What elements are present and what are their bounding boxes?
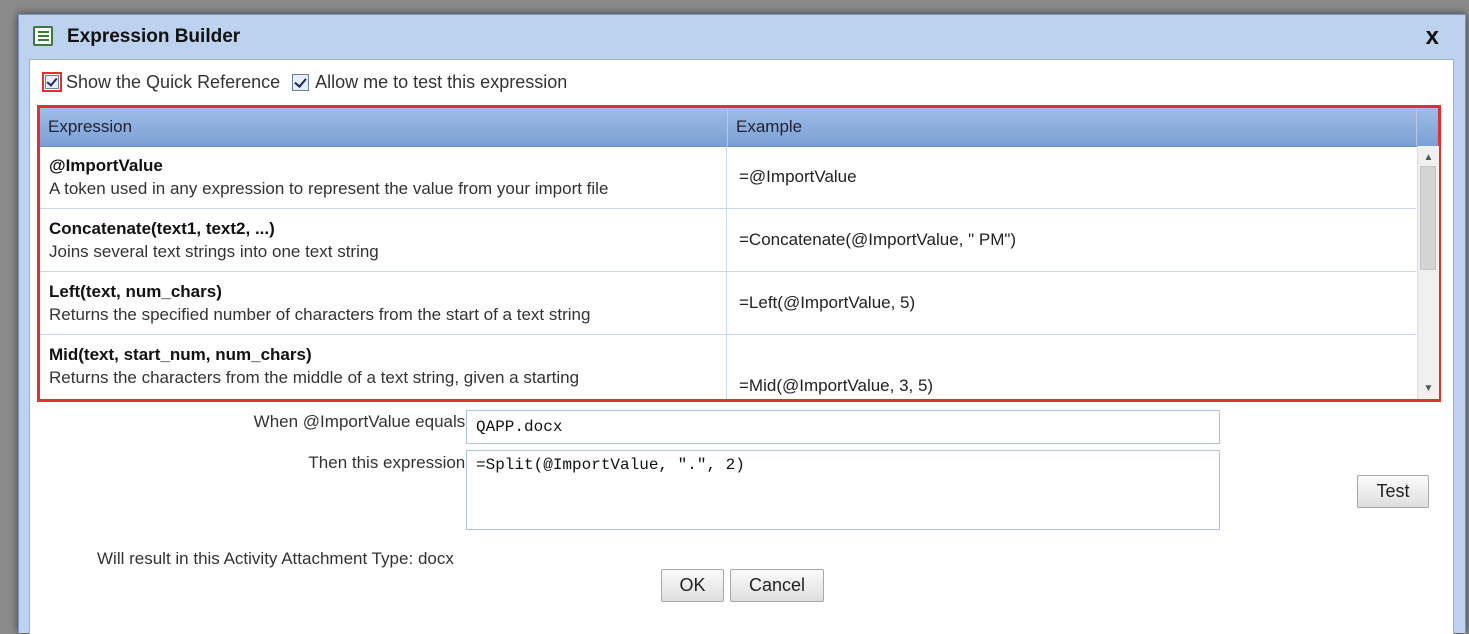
expression-cell: Concatenate(text1, text2, ...) Joins sev… xyxy=(40,209,727,271)
expression-description: Returns the characters from the middle o… xyxy=(49,368,580,387)
show-quick-reference-highlight xyxy=(42,72,62,92)
when-label: When @ImportValue equals: xyxy=(253,412,470,431)
expression-cell: Left(text, num_chars) Returns the specif… xyxy=(40,272,727,334)
expression-cell: @ImportValue A token used in any express… xyxy=(40,146,727,208)
show-quick-reference-checkbox[interactable] xyxy=(45,75,59,89)
grid-row[interactable]: @ImportValue A token used in any express… xyxy=(40,146,1416,209)
ok-button[interactable]: OK xyxy=(661,569,724,602)
close-button[interactable]: x xyxy=(1426,23,1439,51)
form-icon xyxy=(33,26,53,46)
example-cell: =Mid(@ImportValue, 3, 5) xyxy=(739,376,934,395)
expression-input[interactable]: =Split(@ImportValue, ".", 2) xyxy=(466,450,1220,530)
expression-name: Mid(text, start_num, num_chars) xyxy=(49,345,312,364)
import-value-input[interactable]: QAPP.docx xyxy=(466,410,1220,444)
example-cell: =@ImportValue xyxy=(739,167,857,186)
grid-scrollbar[interactable]: ▲ ▼ xyxy=(1417,146,1439,399)
dialog-content: Show the Quick Reference Allow me to tes… xyxy=(29,59,1454,634)
options-row: Show the Quick Reference Allow me to tes… xyxy=(42,68,567,96)
grid-body: @ImportValue A token used in any express… xyxy=(40,146,1416,399)
column-header-expression[interactable]: Expression xyxy=(40,108,728,146)
result-line: Will result in this Activity Attachment … xyxy=(97,549,454,569)
scroll-up-arrow-icon[interactable]: ▲ xyxy=(1418,148,1439,166)
grid-row[interactable]: Mid(text, start_num, num_chars) Returns … xyxy=(40,335,1416,399)
expression-builder-dialog: Expression Builder x Show the Quick Refe… xyxy=(18,14,1466,634)
then-label: Then this expression: xyxy=(308,453,470,472)
grid-header: Expression Example xyxy=(40,108,1438,147)
example-cell: =Concatenate(@ImportValue, " PM") xyxy=(739,230,1017,249)
expression-description: A token used in any expression to repres… xyxy=(49,179,609,198)
quick-reference-grid: Expression Example @ImportValue A token … xyxy=(37,105,1441,402)
allow-test-checkbox[interactable] xyxy=(292,73,310,91)
scrollbar-thumb[interactable] xyxy=(1420,166,1436,270)
example-cell: =Left(@ImportValue, 5) xyxy=(739,293,916,312)
expression-description: Returns the specified number of characte… xyxy=(49,305,591,324)
title-bar: Expression Builder x xyxy=(19,15,1465,59)
result-value: docx xyxy=(417,549,454,568)
show-quick-reference-label[interactable]: Show the Quick Reference xyxy=(66,72,280,93)
expression-name: Left(text, num_chars) xyxy=(49,282,222,301)
test-button[interactable]: Test xyxy=(1357,475,1429,508)
expression-name: @ImportValue xyxy=(49,156,163,175)
grid-row[interactable]: Left(text, num_chars) Returns the specif… xyxy=(40,272,1416,335)
result-label: Will result in this Activity Attachment … xyxy=(97,549,414,568)
cancel-button[interactable]: Cancel xyxy=(730,569,824,602)
expression-name: Concatenate(text1, text2, ...) xyxy=(49,219,275,238)
expression-cell: Mid(text, start_num, num_chars) Returns … xyxy=(40,335,727,399)
expression-description: Joins several text strings into one text… xyxy=(49,242,379,261)
scroll-down-arrow-icon[interactable]: ▼ xyxy=(1418,379,1439,397)
dialog-title: Expression Builder xyxy=(67,26,241,47)
allow-test-label[interactable]: Allow me to test this expression xyxy=(315,72,567,93)
grid-row[interactable]: Concatenate(text1, text2, ...) Joins sev… xyxy=(40,209,1416,272)
column-header-example[interactable]: Example xyxy=(728,108,1417,146)
